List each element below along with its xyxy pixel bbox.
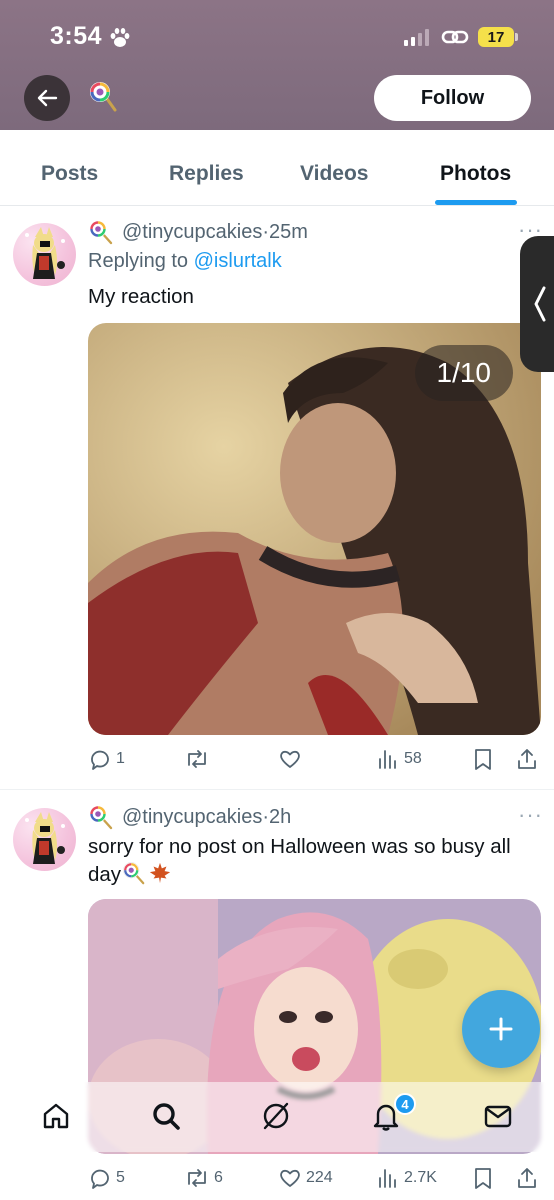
view-count: 58 [404,750,422,767]
battery-level: 17 [487,28,505,46]
repost-icon [188,1169,206,1187]
bookmark-icon [475,749,491,770]
heart-icon [280,1169,300,1187]
lollipop-icon [89,220,113,245]
like-button[interactable]: 224 [278,1166,333,1190]
cellular-signal-icon [404,28,429,46]
share-icon [518,1168,536,1188]
search-icon [153,1103,180,1130]
repost-count: 6 [214,1169,223,1186]
lollipop-icon [89,805,113,830]
reply-icon [91,750,109,770]
post-time[interactable]: 25m [269,221,308,243]
profile-header: 3:54 17 Follow [0,0,554,130]
bookmark-icon [475,1168,491,1189]
post-handle-line[interactable]: @tinycupcakies·2h [122,806,291,829]
post-time[interactable]: 2h [269,806,291,828]
tab-photos[interactable]: Photos [440,162,511,186]
post-actions: 1 58 [88,747,542,777]
arrow-left-icon [37,89,58,107]
tab-posts[interactable]: Posts [41,162,98,186]
avatar-image [25,812,65,864]
notification-badge: 4 [394,1093,416,1115]
tab-replies[interactable]: Replies [169,162,244,186]
grok-icon [263,1102,289,1130]
personal-hotspot-icon [441,30,469,44]
tab-videos[interactable]: Videos [300,162,368,186]
media-counter: 1/10 [414,345,513,401]
home-icon [43,1103,69,1129]
share-button[interactable] [516,1166,538,1190]
paw-icon [110,28,130,47]
back-button[interactable] [24,75,70,121]
reply-icon [91,1169,109,1189]
maple-leaf-icon [149,862,171,884]
reply-button[interactable]: 1 [88,747,125,771]
lollipop-icon [90,82,117,112]
nav-home[interactable] [38,1098,74,1134]
post-photo[interactable]: 1/10 [88,323,541,735]
views-button[interactable]: 58 [376,747,422,771]
chevron-left-icon [534,286,546,322]
battery-nub [515,33,518,41]
messages-icon [484,1105,512,1128]
lollipop-icon [123,862,145,885]
follow-button[interactable]: Follow [374,75,531,121]
post-card[interactable]: @tinycupcakies·25m ··· Replying to @islu… [0,207,554,789]
like-button[interactable] [278,747,306,771]
status-time: 3:54 [50,22,103,50]
views-icon [379,1169,396,1188]
nav-messages[interactable] [480,1098,516,1134]
nav-search[interactable] [148,1098,184,1134]
replying-to-label: Replying to [88,250,189,272]
reply-button[interactable]: 5 [88,1166,125,1190]
status-bar: 3:54 17 [0,18,554,58]
bookmark-button[interactable] [472,1166,494,1190]
repost-icon [188,750,206,768]
compose-post-button[interactable] [462,990,540,1068]
avatar-image [25,227,65,279]
bottom-navigation [0,1082,554,1152]
share-icon [518,749,536,769]
post-handle[interactable]: @tinycupcakies [122,221,262,243]
heart-icon [280,750,300,768]
active-tab-indicator [435,200,517,205]
post-actions: 5 6 224 2.7K [88,1166,542,1196]
post-text: sorry for no post on Halloween was so bu… [88,833,538,889]
repost-button[interactable]: 6 [184,1166,223,1190]
plus-icon [489,1017,513,1041]
view-count: 2.7K [404,1169,437,1186]
reply-count: 1 [116,750,125,767]
repost-button[interactable] [184,747,214,771]
profile-tabs: Posts Replies Videos Photos [0,130,554,206]
views-icon [379,750,396,769]
reply-count: 5 [116,1169,125,1186]
share-button[interactable] [516,747,538,771]
post-handle-line[interactable]: @tinycupcakies·25m [122,221,308,244]
views-button[interactable]: 2.7K [376,1166,437,1190]
battery-indicator: 17 [478,27,514,47]
side-panel-handle[interactable] [520,236,554,372]
avatar[interactable] [13,808,76,871]
bookmark-button[interactable] [472,747,494,771]
nav-grok[interactable] [258,1098,294,1134]
post-handle[interactable]: @tinycupcakies [122,806,262,828]
like-count: 224 [306,1169,333,1186]
avatar[interactable] [13,223,76,286]
post-text: My reaction [88,285,194,308]
more-options-icon[interactable]: ··· [518,802,543,828]
mention-link[interactable]: @islurtalk [194,250,282,272]
replying-to: Replying to @islurtalk [88,250,282,273]
